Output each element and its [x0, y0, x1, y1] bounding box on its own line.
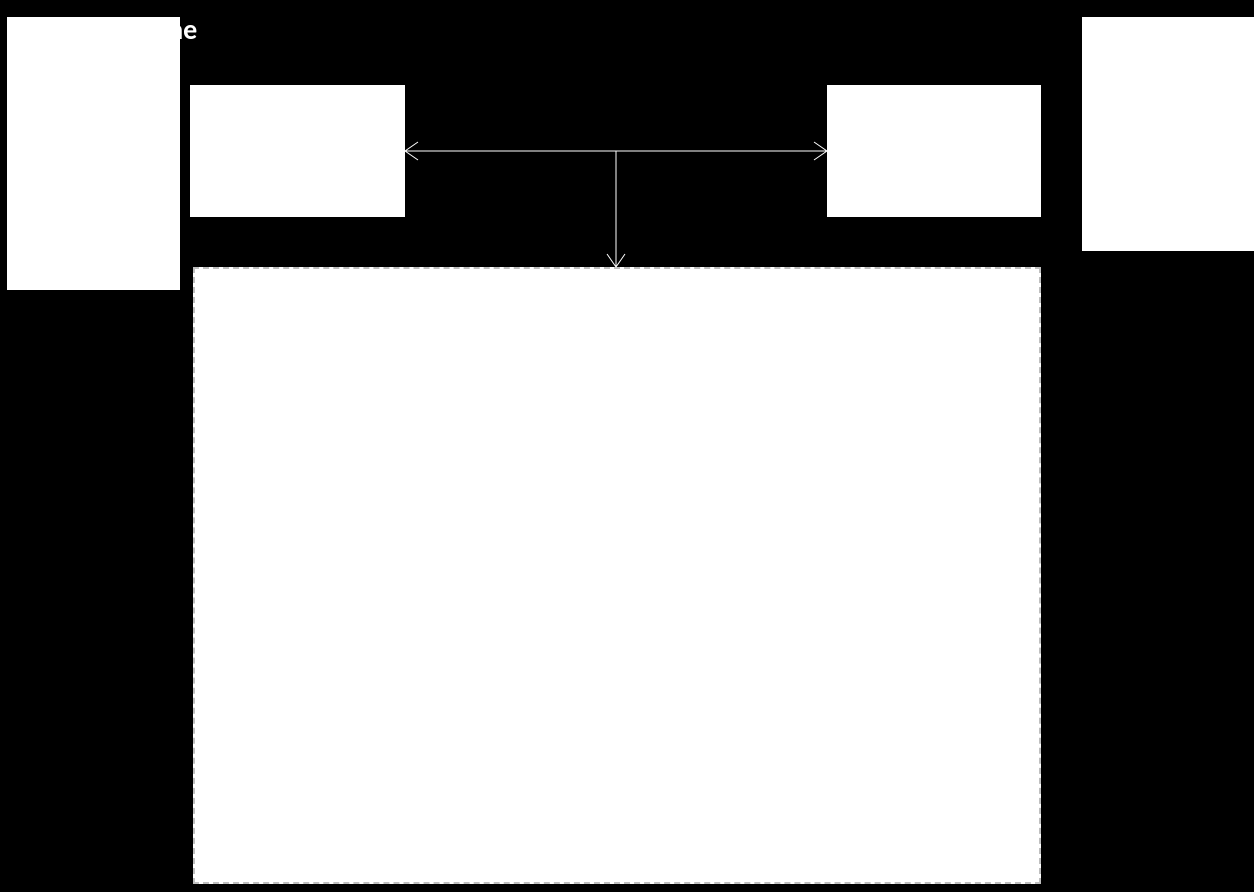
- arrow-horizontal: [405, 142, 827, 160]
- box-outer-right: [1082, 17, 1254, 251]
- box-top-right: [827, 85, 1041, 217]
- arrow-vertical-down: [607, 151, 625, 267]
- box-top-left: [190, 85, 405, 217]
- box-outer-left: [7, 17, 180, 290]
- box-main: [193, 267, 1041, 884]
